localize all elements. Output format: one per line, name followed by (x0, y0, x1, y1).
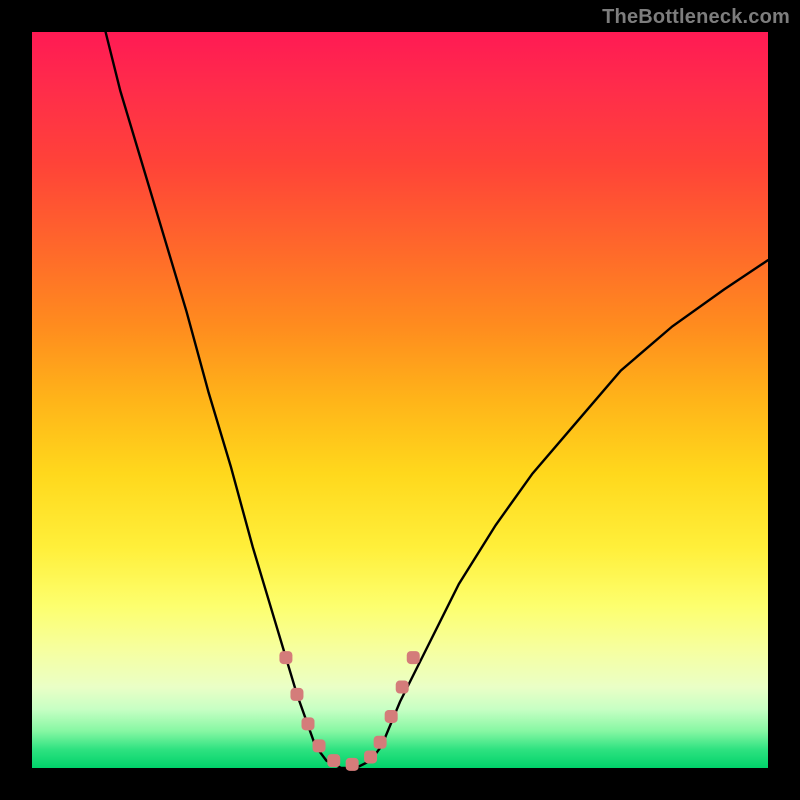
marker-point (327, 754, 340, 767)
marker-point (279, 651, 292, 664)
marker-point (346, 758, 359, 771)
chart-frame: TheBottleneck.com (0, 0, 800, 800)
marker-group (279, 651, 419, 771)
marker-point (396, 681, 409, 694)
plot-area (32, 32, 768, 768)
marker-point (290, 688, 303, 701)
curve-right-branch (382, 260, 768, 746)
marker-point (364, 750, 377, 763)
marker-point (385, 710, 398, 723)
marker-point (302, 717, 315, 730)
watermark-text: TheBottleneck.com (602, 6, 790, 29)
marker-point (374, 736, 387, 749)
curve-left-branch (106, 32, 316, 746)
curve-svg (32, 32, 768, 768)
marker-point (313, 739, 326, 752)
marker-point (407, 651, 420, 664)
